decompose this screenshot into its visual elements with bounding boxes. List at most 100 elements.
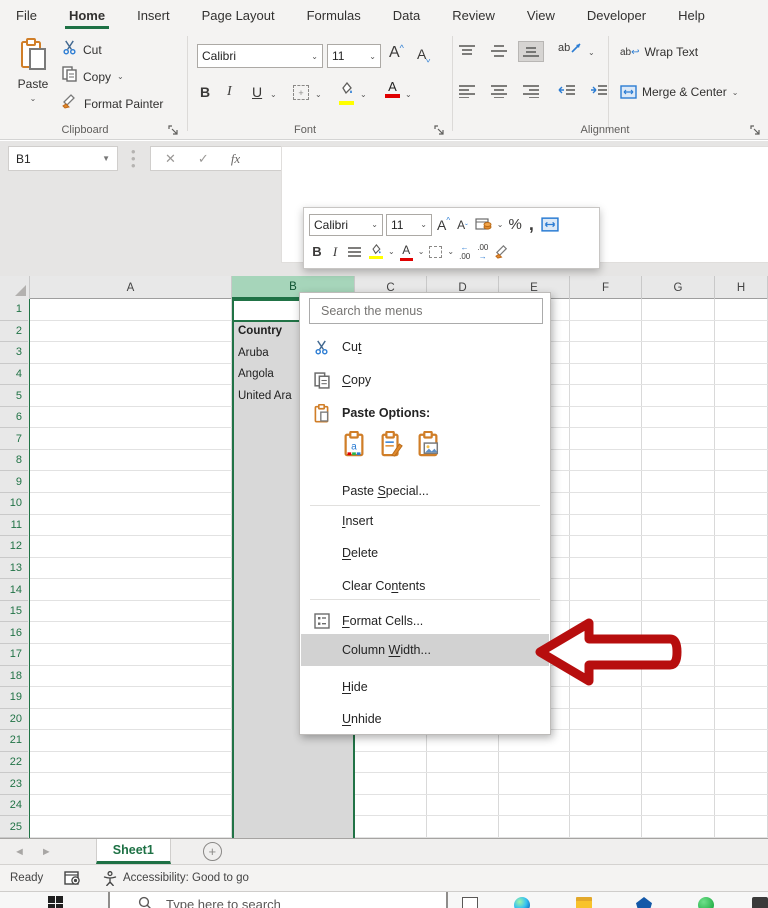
row-header-21[interactable]: 21 [0, 730, 28, 752]
next-sheet-icon[interactable]: ► [41, 846, 52, 858]
mini-merge-center-icon[interactable] [539, 217, 561, 232]
row-header-5[interactable]: 5 [0, 385, 28, 407]
menu-item-format-cells[interactable]: Format Cells... [301, 608, 549, 634]
alignment-dialog-launcher-icon[interactable] [750, 123, 762, 135]
cell-B2[interactable]: Country [234, 321, 282, 343]
format-painter-button[interactable]: Format Painter [62, 93, 163, 114]
row-header-24[interactable]: 24 [0, 795, 28, 817]
cell-B4[interactable]: Angola [234, 364, 274, 386]
mini-number-format-caret[interactable]: ⌄ [497, 220, 504, 229]
align-right-button[interactable] [522, 84, 540, 98]
borders-button[interactable]: + [293, 85, 309, 100]
cut-button[interactable]: Cut [62, 40, 102, 60]
name-box-splitter[interactable]: • • • [131, 145, 136, 172]
fill-color-dropdown-caret[interactable]: ⌄ [360, 90, 367, 99]
copy-dropdown-caret[interactable]: ⌄ [117, 72, 124, 81]
prev-sheet-icon[interactable]: ◄ [14, 846, 25, 858]
mini-font-name-combo[interactable]: Calibri ⌄ [309, 213, 383, 236]
row-header-3[interactable]: 3 [0, 342, 28, 364]
tab-formulas[interactable]: Formulas [305, 3, 363, 28]
row-header-1[interactable]: 1 [0, 299, 28, 321]
grow-font-button[interactable]: A ^ [389, 43, 404, 62]
paste-button[interactable]: Paste ⌄ [10, 38, 56, 103]
align-left-button[interactable] [458, 84, 476, 98]
mini-shrink-font-button[interactable]: Aˇ [455, 217, 470, 233]
font-size-combo[interactable]: 11 ⌄ [327, 44, 381, 68]
align-top-button[interactable] [458, 44, 476, 58]
mini-borders-caret[interactable]: ⌄ [447, 247, 454, 256]
merge-center-dropdown-caret[interactable]: ⌄ [732, 88, 739, 97]
mini-fill-color-button[interactable] [367, 244, 385, 259]
mini-percent-button[interactable]: % [507, 216, 524, 233]
tab-review[interactable]: Review [450, 3, 497, 28]
fill-color-button[interactable] [339, 81, 354, 105]
name-box-dropdown-caret[interactable]: ▼ [102, 154, 110, 163]
cell-B3[interactable]: Aruba [234, 342, 269, 364]
align-bottom-button[interactable] [518, 41, 544, 62]
dark-app-icon[interactable] [752, 897, 768, 908]
mini-bold-button[interactable]: B [309, 244, 325, 259]
row-header-16[interactable]: 16 [0, 622, 28, 644]
row-header-14[interactable]: 14 [0, 579, 28, 601]
menu-search-input[interactable]: Search the menus [309, 298, 543, 324]
menu-item-paste-options[interactable]: Paste Options: [301, 400, 549, 426]
merge-center-button[interactable]: Merge & Center ⌄ [620, 85, 738, 99]
row-header-6[interactable]: 6 [0, 407, 28, 429]
row-header-12[interactable]: 12 [0, 536, 28, 558]
mini-format-painter-icon[interactable] [493, 244, 512, 259]
copy-button[interactable]: Copy ⌄ [62, 66, 124, 87]
mini-font-color-caret[interactable]: ⌄ [418, 247, 425, 256]
mini-center-align-icon[interactable] [345, 246, 364, 258]
tab-help[interactable]: Help [676, 3, 707, 28]
row-header-9[interactable]: 9 [0, 471, 28, 494]
accessibility-icon[interactable] [103, 870, 117, 886]
row-header-25[interactable]: 25 [0, 816, 28, 838]
font-dialog-launcher-icon[interactable] [434, 123, 446, 135]
align-middle-button[interactable] [490, 44, 508, 58]
row-header-13[interactable]: 13 [0, 558, 28, 580]
row-header-8[interactable]: 8 [0, 450, 28, 472]
cell-B5[interactable]: United Ara [234, 385, 292, 407]
menu-item-clear-contents[interactable]: Clear Contents [301, 573, 549, 599]
mini-font-size-combo[interactable]: 11 ⌄ [386, 213, 432, 236]
mini-fill-color-caret[interactable]: ⌄ [388, 247, 395, 256]
column-header-G[interactable]: G [642, 276, 715, 299]
row-header-15[interactable]: 15 [0, 601, 28, 623]
row-header-23[interactable]: 23 [0, 773, 28, 795]
mini-comma-button[interactable]: , [527, 214, 536, 235]
confirm-entry-icon[interactable]: ✓ [198, 151, 209, 167]
wrap-text-button[interactable]: ab↩ Wrap Text [620, 45, 698, 59]
paste-dropdown-caret[interactable]: ⌄ [10, 94, 56, 103]
decrease-indent-button[interactable] [558, 84, 576, 98]
borders-dropdown-caret[interactable]: ⌄ [315, 90, 322, 99]
font-color-dropdown-caret[interactable]: ⌄ [405, 90, 412, 99]
underline-dropdown-caret[interactable]: ⌄ [270, 90, 277, 99]
italic-button[interactable]: I [227, 84, 232, 100]
menu-item-insert[interactable]: Insert [301, 508, 549, 534]
row-header-19[interactable]: 19 [0, 687, 28, 709]
paste-picture-icon[interactable] [416, 430, 440, 462]
select-all-corner[interactable] [0, 276, 30, 299]
menu-item-paste-special[interactable]: Paste Special... [301, 478, 549, 504]
mini-borders-button[interactable] [427, 245, 444, 258]
menu-item-cut[interactable]: Cut [301, 334, 549, 360]
row-header-2[interactable]: 2 [0, 321, 28, 343]
paste-formatting-icon[interactable] [379, 430, 403, 462]
menu-item-unhide[interactable]: Unhide [301, 706, 549, 732]
row-header-17[interactable]: 17 [0, 644, 28, 666]
tab-home[interactable]: Home [64, 3, 110, 29]
row-header-22[interactable]: 22 [0, 752, 28, 774]
insert-function-icon[interactable]: fx [231, 151, 240, 167]
mini-number-format-icon[interactable] [473, 218, 494, 231]
tab-data[interactable]: Data [391, 3, 422, 28]
column-header-A[interactable]: A [30, 276, 232, 299]
new-sheet-icon[interactable]: + [202, 842, 222, 861]
underline-button[interactable]: U [252, 84, 262, 100]
column-header-F[interactable]: F [570, 276, 642, 299]
tab-page-layout[interactable]: Page Layout [200, 3, 277, 28]
sheet-tab-sheet1[interactable]: Sheet1 [95, 839, 171, 864]
mini-decrease-decimal-button[interactable]: ← .00 [457, 243, 472, 261]
mini-increase-decimal-button[interactable]: .00 → [475, 243, 490, 261]
tab-view[interactable]: View [525, 3, 557, 28]
store-app-icon[interactable] [636, 897, 652, 908]
